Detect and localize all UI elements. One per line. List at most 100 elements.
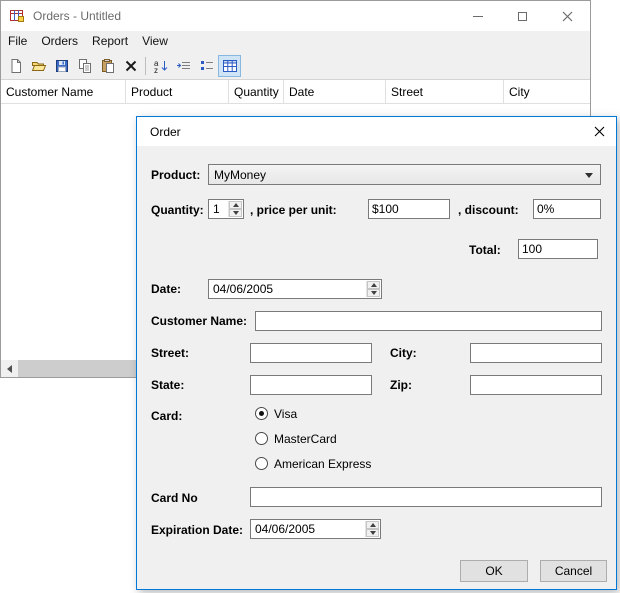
quantity-up-button[interactable] [229,201,242,209]
order-form: Product: MyMoney Quantity: 1 , price per… [137,146,616,589]
cancel-button[interactable]: Cancel [540,560,607,582]
street-label: Street: [151,346,189,360]
arrow-up-icon [370,523,376,527]
city-input[interactable] [470,343,602,363]
maximize-button[interactable] [500,1,545,31]
date-spinner[interactable]: 04/06/2005 [208,279,382,299]
sort-button[interactable]: a z [149,55,172,77]
menu-orders[interactable]: Orders [34,31,85,52]
save-button[interactable] [50,55,73,77]
date-down-button[interactable] [367,289,380,297]
price-per-unit-input[interactable] [368,199,450,219]
sort-icon: a z [153,58,169,74]
expiration-date-value: 04/06/2005 [255,522,315,536]
insert-row-button[interactable] [172,55,195,77]
column-header-date[interactable]: Date [284,80,386,104]
copy-icon [77,58,93,74]
save-icon [54,58,70,74]
open-button[interactable] [27,55,50,77]
card-no-label: Card No [151,491,198,505]
radio-icon [255,407,268,420]
details-view-button[interactable] [195,55,218,77]
expiration-spin-buttons [365,521,379,537]
svg-text:z: z [154,66,158,74]
column-header-city[interactable]: City [504,80,590,104]
insert-row-icon [176,58,192,74]
chevron-down-icon [585,173,593,178]
scroll-left-button[interactable] [1,360,18,377]
column-header-street[interactable]: Street [386,80,504,104]
close-icon [562,11,573,22]
menu-view[interactable]: View [135,31,175,52]
window-controls [455,1,590,31]
product-label: Product: [151,168,200,182]
dialog-close-button[interactable] [582,117,616,146]
delete-icon [123,58,139,74]
zip-input[interactable] [470,375,602,395]
radio-american-express[interactable]: American Express [255,456,371,471]
grid-view-button[interactable] [218,55,241,77]
quantity-down-button[interactable] [229,209,242,217]
radio-icon [255,457,268,470]
new-icon [8,58,24,74]
customer-name-label: Customer Name: [151,314,247,328]
radio-mastercard[interactable]: MasterCard [255,431,337,446]
minimize-icon [473,16,483,17]
arrow-up-icon [233,203,239,207]
list-header: Customer Name Product Quantity Date Stre… [1,80,590,104]
quantity-spinner[interactable]: 1 [208,199,244,219]
arrow-down-icon [233,211,239,215]
card-no-input[interactable] [250,487,602,507]
details-view-icon [199,58,215,74]
state-input[interactable] [250,375,372,395]
radio-american-express-label: American Express [274,457,371,471]
card-label: Card: [151,409,182,423]
window-title: Orders - Untitled [33,9,121,23]
quantity-value: 1 [213,202,220,216]
radio-visa[interactable]: Visa [255,406,297,421]
order-dialog-titlebar[interactable]: Order [137,117,616,146]
product-dropdown[interactable]: MyMoney [208,164,601,185]
delete-button[interactable] [119,55,142,77]
open-icon [31,58,47,74]
order-dialog: Order Product: MyMoney Quantity: 1 , pr [136,116,617,590]
menu-bar: File Orders Report View [1,31,590,52]
ok-button[interactable]: OK [460,560,528,582]
total-input[interactable] [518,239,598,259]
column-header-quantity[interactable]: Quantity [229,80,284,104]
customer-name-input[interactable] [255,311,602,331]
toolbar: a z [1,52,590,80]
quantity-spin-buttons [228,201,242,217]
column-header-customer-name[interactable]: Customer Name [1,80,126,104]
expiration-up-button[interactable] [366,521,379,529]
copy-button[interactable] [73,55,96,77]
expiration-date-label: Expiration Date: [151,523,243,537]
menu-report[interactable]: Report [85,31,135,52]
minimize-button[interactable] [455,1,500,31]
discount-input[interactable] [533,199,601,219]
paste-button[interactable] [96,55,119,77]
product-value: MyMoney [214,168,266,182]
arrow-down-icon [370,531,376,535]
app-icon [9,8,25,24]
quantity-label: Quantity: [151,203,204,217]
city-label: City: [390,346,417,360]
scrollbar-thumb[interactable] [18,360,136,377]
radio-mastercard-label: MasterCard [274,432,337,446]
street-input[interactable] [250,343,372,363]
column-header-product[interactable]: Product [126,80,229,104]
maximize-icon [518,12,527,21]
close-icon [594,126,605,137]
radio-icon [255,432,268,445]
discount-label: , discount: [458,203,519,217]
new-button[interactable] [4,55,27,77]
date-value: 04/06/2005 [213,282,273,296]
expiration-down-button[interactable] [366,529,379,537]
date-up-button[interactable] [367,281,380,289]
menu-file[interactable]: File [1,31,34,52]
expiration-date-spinner[interactable]: 04/06/2005 [250,519,381,539]
close-button[interactable] [545,1,590,31]
zip-label: Zip: [390,378,412,392]
orders-window-titlebar[interactable]: Orders - Untitled [1,1,590,31]
state-label: State: [151,378,184,392]
